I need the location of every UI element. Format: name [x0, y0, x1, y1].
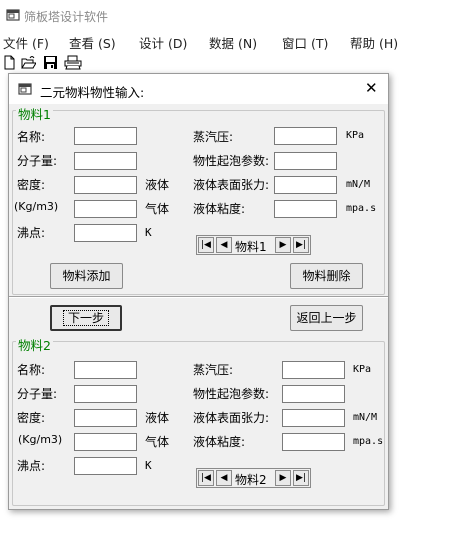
material1-name-input[interactable]	[74, 127, 137, 145]
material1-density-liquid-input[interactable]	[74, 176, 137, 194]
material-property-dialog: 二元物料物性输入: ✕ 物料1 名称: 分子量: 密度: 液体 (Kg/m3) …	[8, 73, 389, 510]
material2-density-gas-input[interactable]	[74, 433, 137, 451]
material2-bubble-label: 物性起泡参数:	[193, 387, 270, 401]
toolbar	[0, 53, 455, 73]
material1-bubble-input[interactable]	[274, 152, 337, 170]
material1-tension-input[interactable]	[274, 176, 337, 194]
material1-group-label: 物料1	[16, 104, 53, 123]
material2-liquid-label: 液体	[145, 411, 170, 425]
material1-density-gas-input[interactable]	[74, 200, 137, 218]
material2-first-button[interactable]: |◀	[198, 470, 214, 486]
close-icon[interactable]: ✕	[365, 79, 378, 97]
back-step-button[interactable]: 返回上一步	[290, 305, 363, 331]
menu-window[interactable]: 窗口 (T)	[282, 33, 328, 52]
material2-mw-input[interactable]	[74, 385, 137, 403]
material2-density-unit: (Kg/m3)	[18, 433, 63, 446]
material1-gas-label: 气体	[145, 202, 170, 216]
material2-bp-unit: K	[145, 459, 152, 472]
material1-tension-unit: mN/M	[346, 179, 371, 190]
next-step-button[interactable]: 下一步	[50, 305, 122, 331]
dialog-title-bar: 二元物料物性输入: ✕	[9, 74, 388, 104]
menu-bar: 文件 (F) 查看 (S) 设计 (D) 数据 (N) 窗口 (T) 帮助 (H…	[0, 31, 455, 51]
new-file-icon[interactable]	[2, 55, 17, 70]
save-icon[interactable]	[43, 55, 58, 70]
material2-gas-label: 气体	[145, 435, 170, 449]
material1-tension-label: 液体表面张力:	[193, 178, 270, 192]
material2-name-label: 名称:	[17, 363, 46, 377]
material2-tension-label: 液体表面张力:	[193, 411, 270, 425]
menu-design[interactable]: 设计 (D)	[139, 33, 187, 52]
material2-navigator: |◀ ◀ 物料2 ▶ ▶|	[196, 468, 311, 488]
material1-liquid-label: 液体	[145, 178, 170, 192]
material1-bp-label: 沸点:	[17, 226, 46, 240]
material2-prev-button[interactable]: ◀	[216, 470, 232, 486]
material2-viscosity-unit: mpa.s	[353, 436, 384, 447]
material2-mw-label: 分子量:	[17, 387, 58, 401]
menu-file[interactable]: 文件 (F)	[3, 33, 49, 52]
material1-viscosity-label: 液体粘度:	[193, 202, 246, 216]
material1-bubble-label: 物性起泡参数:	[193, 154, 270, 168]
app-title: 筛板塔设计软件	[24, 10, 109, 24]
material2-tension-input[interactable]	[282, 409, 345, 427]
material1-next-record-button[interactable]: ▶	[275, 237, 291, 253]
material2-density-label: 密度:	[17, 411, 46, 425]
material2-name-input[interactable]	[74, 361, 137, 379]
material1-density-label: 密度:	[17, 178, 46, 192]
material2-viscosity-input[interactable]	[282, 433, 345, 451]
material2-last-button[interactable]: ▶|	[293, 470, 309, 486]
material2-bp-input[interactable]	[74, 457, 137, 475]
dialog-window-icon	[18, 83, 32, 95]
material1-mw-input[interactable]	[74, 152, 137, 170]
material2-vp-input[interactable]	[282, 361, 345, 379]
print-icon[interactable]	[64, 55, 82, 70]
material1-prev-button[interactable]: ◀	[216, 237, 232, 253]
app-title-bar: 筛板塔设计软件	[0, 0, 455, 30]
app-window-icon	[6, 9, 20, 21]
material1-navigator: |◀ ◀ 物料1 ▶ ▶|	[196, 235, 311, 255]
dialog-title: 二元物料物性输入:	[40, 85, 145, 100]
material2-group-label: 物料2	[16, 335, 53, 354]
material2-tension-unit: mN/M	[353, 412, 378, 423]
menu-view[interactable]: 查看 (S)	[69, 33, 116, 52]
material2-bp-label: 沸点:	[17, 459, 46, 473]
delete-material-button[interactable]: 物料删除	[290, 263, 363, 289]
add-material-button[interactable]: 物料添加	[50, 263, 123, 289]
open-folder-icon[interactable]	[21, 55, 36, 70]
material2-viscosity-label: 液体粘度:	[193, 435, 246, 449]
menu-help[interactable]: 帮助 (H)	[350, 33, 398, 52]
material1-viscosity-unit: mpa.s	[346, 203, 377, 214]
material2-next-record-button[interactable]: ▶	[275, 470, 291, 486]
material1-viscosity-input[interactable]	[274, 200, 337, 218]
material1-density-unit: (Kg/m3)	[14, 200, 59, 213]
material1-bp-input[interactable]	[74, 224, 137, 242]
material1-bp-unit: K	[145, 226, 152, 239]
material2-vp-label: 蒸汽压:	[193, 363, 234, 377]
material1-last-button[interactable]: ▶|	[293, 237, 309, 253]
material1-first-button[interactable]: |◀	[198, 237, 214, 253]
material2-density-liquid-input[interactable]	[74, 409, 137, 427]
material1-vp-unit: KPa	[346, 130, 365, 141]
material2-nav-label: 物料2	[235, 473, 267, 487]
menu-data[interactable]: 数据 (N)	[209, 33, 257, 52]
material1-nav-label: 物料1	[235, 240, 267, 254]
material1-vp-label: 蒸汽压:	[193, 130, 234, 144]
material2-vp-unit: KPa	[353, 364, 372, 375]
next-step-label: 下一步	[62, 310, 109, 326]
material2-bubble-input[interactable]	[282, 385, 345, 403]
material1-name-label: 名称:	[17, 130, 46, 144]
material1-mw-label: 分子量:	[17, 154, 58, 168]
material1-vp-input[interactable]	[274, 127, 337, 145]
